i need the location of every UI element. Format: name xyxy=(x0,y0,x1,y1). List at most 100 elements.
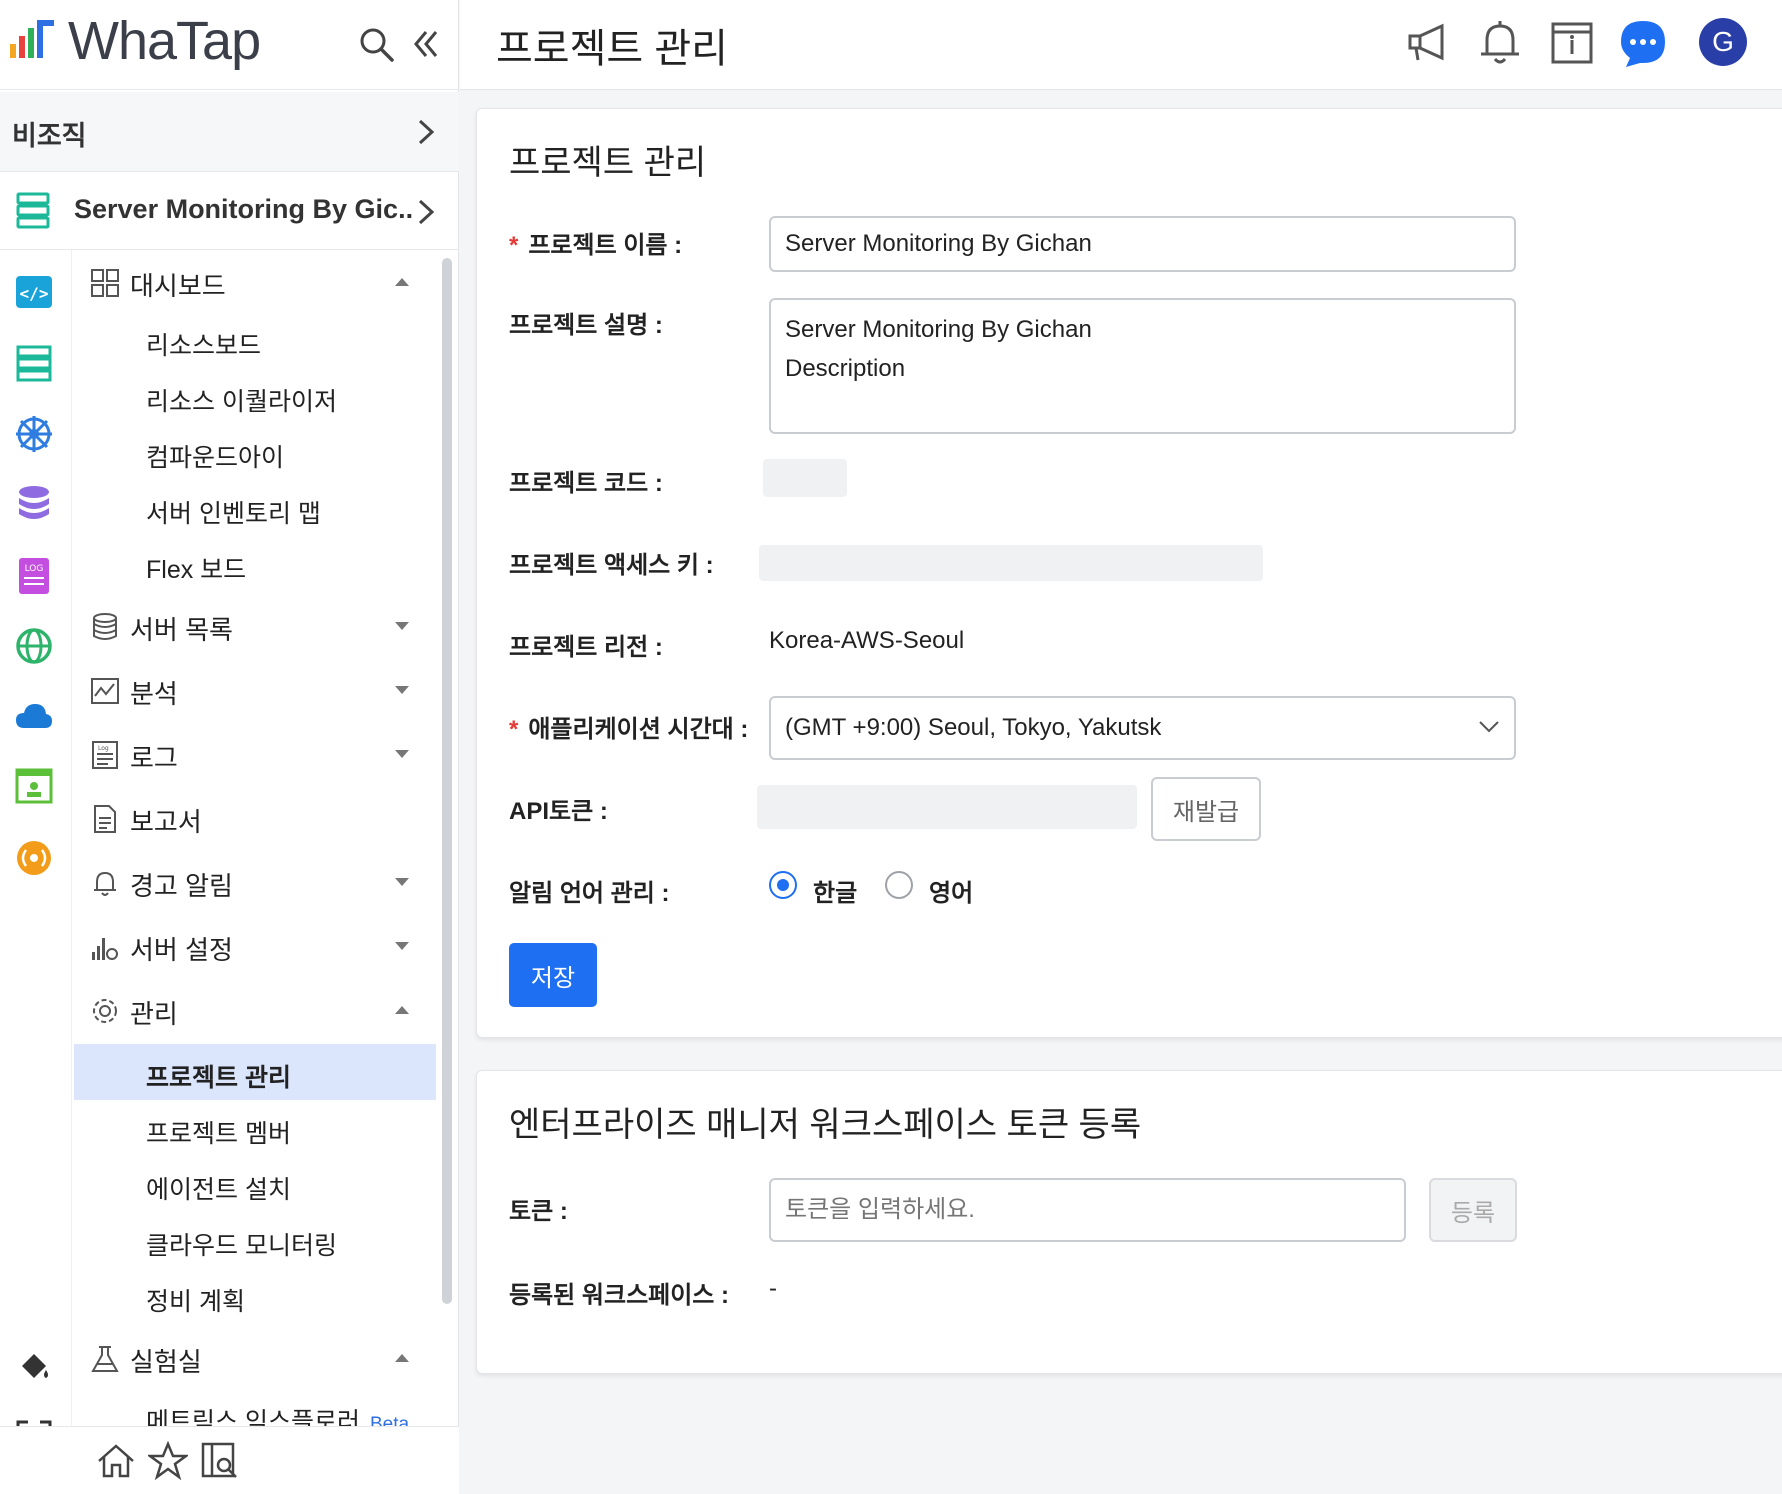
sidebar-item-label: 클라우드 모니터링 xyxy=(146,1232,337,1260)
sidebar-item-label: 리소스보드 xyxy=(146,332,262,360)
application-code-icon[interactable]: </> xyxy=(14,272,54,312)
lang-korean-label[interactable]: 한글 xyxy=(813,873,857,908)
sidebar-item-resource-equalizer[interactable]: 리소스 이퀄라이저 xyxy=(74,368,436,424)
token-input[interactable] xyxy=(769,1178,1406,1242)
sitemap-search-icon[interactable] xyxy=(200,1441,240,1481)
server-project-icon xyxy=(16,192,50,229)
org-selector[interactable]: 비조직 xyxy=(0,92,459,172)
sidebar-item-maintenance-plan[interactable]: 정비 계획 xyxy=(74,1268,436,1324)
sidebar-scrollbar[interactable] xyxy=(442,258,452,1304)
access-key-value-masked xyxy=(759,545,1263,581)
metrics-explorer-label: 메트릭스 익스플로러 xyxy=(146,1408,360,1426)
paint-bucket-icon[interactable] xyxy=(14,1348,54,1388)
project-code-value-masked xyxy=(763,459,847,497)
megaphone-icon[interactable] xyxy=(1404,18,1454,68)
save-button[interactable]: 저장 xyxy=(509,943,597,1007)
timezone-select[interactable]: (GMT +9:00) Seoul, Tokyo, Yakutsk xyxy=(769,696,1516,760)
database-stack-icon xyxy=(93,613,117,640)
sidebar-item-cloud-monitoring[interactable]: 클라우드 모니터링 xyxy=(74,1212,436,1268)
menu-group-label: 서버 목록 xyxy=(130,615,233,645)
logo-row: WhaTap xyxy=(0,0,459,90)
sidebar-item-resource-board[interactable]: 리소스보드 xyxy=(74,312,436,368)
sidebar-item-server-inventory-map[interactable]: 서버 인벤토리 맵 xyxy=(74,480,436,536)
sidebar-item-label: 정비 계획 xyxy=(146,1288,245,1316)
collapse-sidebar-icon[interactable] xyxy=(412,28,440,60)
menu-group-server-list[interactable]: 서버 목록 xyxy=(74,596,436,656)
menu-group-analysis[interactable]: 분석 xyxy=(74,660,436,720)
log-icon[interactable]: LOG xyxy=(14,556,54,596)
menu-group-label: 실험실 xyxy=(130,1347,202,1377)
chat-bubble-icon[interactable] xyxy=(1618,18,1668,68)
panel-title: 프로젝트 관리 xyxy=(509,144,707,182)
page-title: 프로젝트 관리 xyxy=(496,27,728,71)
sidebar-item-project-management[interactable]: 프로젝트 관리 xyxy=(74,1044,436,1100)
project-name: Server Monitoring By Gic... xyxy=(74,194,414,224)
registered-workspace-value: - xyxy=(769,1275,777,1302)
sidebar-item-project-members[interactable]: 프로젝트 멤버 xyxy=(74,1100,436,1156)
sidebar-item-label: 리소스 이퀄라이저 xyxy=(146,388,337,416)
project-description-textarea[interactable]: Server Monitoring By Gichan Description xyxy=(769,298,1516,434)
menu-group-manage[interactable]: 관리 xyxy=(74,980,436,1040)
project-code-label: 프로젝트 코드 : xyxy=(509,470,663,497)
globe-icon[interactable] xyxy=(14,626,54,666)
menu-group-alert[interactable]: 경고 알림 xyxy=(74,852,436,912)
notice-board-icon[interactable] xyxy=(1547,18,1597,68)
report-document-icon xyxy=(94,805,116,833)
database-icon[interactable] xyxy=(14,484,54,524)
org-name: 비조직 xyxy=(12,121,87,151)
lang-english-label[interactable]: 영어 xyxy=(929,873,973,908)
bell-icon[interactable] xyxy=(1475,18,1525,68)
menu-group-label: 보고서 xyxy=(130,807,202,837)
settings-bars-icon xyxy=(92,938,118,960)
menu-group-label: 경고 알림 xyxy=(130,871,233,901)
project-selector[interactable]: Server Monitoring By Gic... xyxy=(0,172,459,250)
menu-group-server-settings[interactable]: 서버 설정 xyxy=(74,916,436,976)
sidebar-item-flex-board[interactable]: Flex 보드 xyxy=(74,536,436,592)
project-description-label: 프로젝트 설명 : xyxy=(509,312,663,339)
star-icon[interactable] xyxy=(148,1441,188,1481)
brand-name[interactable]: WhaTap xyxy=(68,10,261,72)
menu-group-label: 대시보드 xyxy=(130,271,226,301)
bell-icon xyxy=(94,871,116,896)
sidebar-item-label: 프로젝트 관리 xyxy=(146,1064,291,1092)
project-name-input[interactable]: Server Monitoring By Gichan xyxy=(769,216,1516,272)
chevron-right-icon xyxy=(418,199,435,225)
menu-group-label: 관리 xyxy=(130,999,178,1029)
sidebar-item-label: Flex 보드 xyxy=(146,556,247,584)
lang-english-radio[interactable] xyxy=(885,871,913,899)
caret-down-icon xyxy=(395,942,409,950)
user-monitoring-icon[interactable] xyxy=(14,766,54,806)
sidebar-item-metrics-explorer[interactable]: 메트릭스 익스플로러 Beta xyxy=(74,1388,436,1426)
product-rail: </> LOG xyxy=(0,250,72,1494)
analysis-chart-icon xyxy=(91,678,119,704)
caret-down-icon xyxy=(395,686,409,694)
user-avatar[interactable]: G xyxy=(1699,18,1747,66)
project-region-label: 프로젝트 리전 : xyxy=(509,634,663,661)
menu-group-lab[interactable]: 실험실 xyxy=(74,1328,436,1388)
menu-group-report[interactable]: 보고서 xyxy=(74,788,436,848)
cloud-icon[interactable] xyxy=(14,696,54,736)
menu-group-label: 로그 xyxy=(130,743,178,773)
kubernetes-icon[interactable] xyxy=(14,414,54,454)
sidebar-item-label: 컴파운드아이 xyxy=(146,444,285,472)
caret-up-icon xyxy=(395,278,409,286)
lang-korean-radio[interactable] xyxy=(769,871,797,899)
sidebar-item-label: 서버 인벤토리 맵 xyxy=(146,500,321,528)
token-label: 토큰 : xyxy=(509,1198,568,1225)
sidebar-item-label: 에이전트 설치 xyxy=(146,1176,291,1204)
register-token-button[interactable]: 등록 xyxy=(1429,1178,1517,1242)
svg-text:Log: Log xyxy=(98,745,109,752)
label-text: 애플리케이션 시간대 : xyxy=(528,716,749,743)
project-settings-panel: 프로젝트 관리 * 프로젝트 이름 : Server Monitoring By … xyxy=(476,108,1782,1038)
sidebar-item-compound-eye[interactable]: 컴파운드아이 xyxy=(74,424,436,480)
menu-group-dashboard[interactable]: 대시보드 xyxy=(74,252,436,312)
server-icon[interactable] xyxy=(14,344,54,384)
search-icon[interactable] xyxy=(356,24,396,64)
reissue-token-button[interactable]: 재발급 xyxy=(1151,777,1261,841)
home-icon[interactable] xyxy=(96,1441,136,1481)
broadcast-icon[interactable] xyxy=(14,838,54,878)
required-mark: * xyxy=(509,716,519,743)
beta-badge: Beta xyxy=(369,1414,410,1426)
sidebar-item-agent-install[interactable]: 에이전트 설치 xyxy=(74,1156,436,1212)
menu-group-log[interactable]: Log 로그 xyxy=(74,724,436,784)
